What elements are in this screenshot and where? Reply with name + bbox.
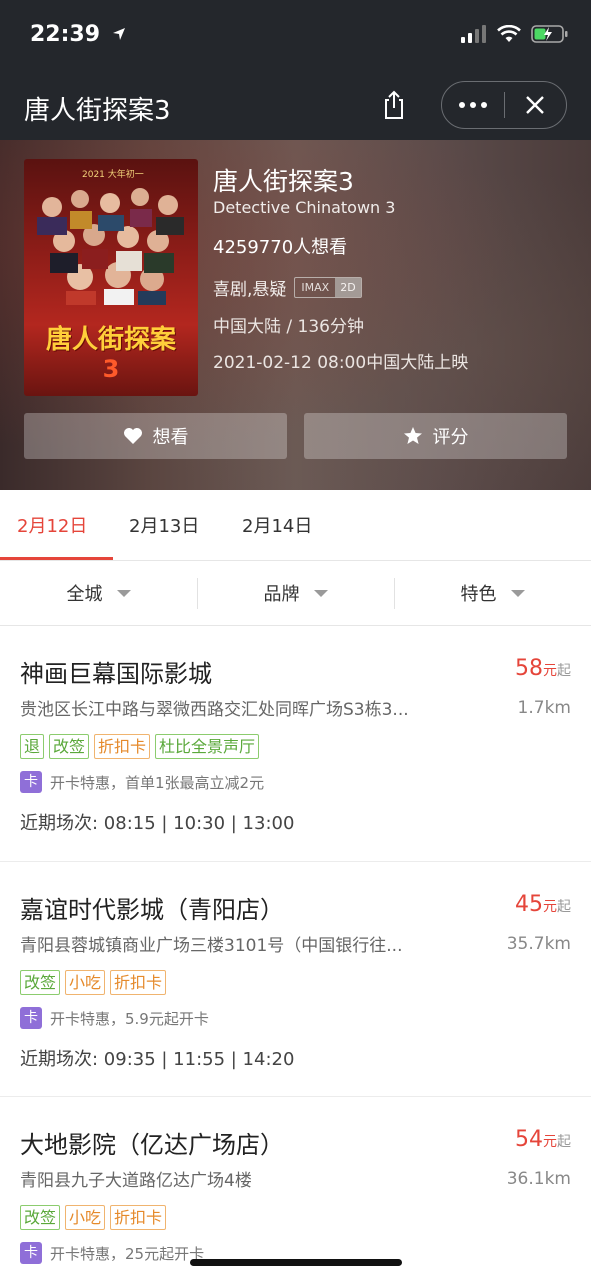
tag-discount-card: 折扣卡	[94, 734, 151, 759]
status-bar: 22:39	[0, 0, 591, 72]
tab-date-0214[interactable]: 2月14日	[242, 512, 312, 538]
page-title: 唐人街探案3	[24, 96, 171, 126]
want-count: 4259770人想看	[213, 237, 348, 258]
movie-release-date: 2021-02-12 08:00中国大陆上映	[213, 353, 469, 373]
cinema-distance: 35.7km	[506, 934, 571, 954]
tab-date-0212[interactable]: 2月12日	[17, 512, 87, 538]
tag-snacks: 小吃	[65, 1205, 106, 1230]
share-icon	[385, 90, 403, 119]
close-icon	[526, 95, 545, 114]
card-offer-text: 开卡特惠，首单1张最高立减2元	[50, 773, 265, 792]
close-button[interactable]	[505, 82, 566, 127]
active-tab-indicator	[0, 557, 113, 560]
location-arrow-icon	[112, 28, 125, 40]
cinema-item[interactable]: 神画巨幕国际影城 58元起 贵池区长江中路与翠微西路交汇处同晖广场S3栋3...…	[0, 626, 591, 861]
navigation-bar: 唐人街探案3	[0, 72, 591, 140]
tag-reschedule: 改签	[20, 1205, 61, 1230]
more-icon	[459, 101, 465, 108]
caret-down-icon	[116, 589, 131, 597]
cinema-tags: 退 改签 折扣卡 杜比全景声厅	[20, 734, 260, 759]
tag-reschedule: 改签	[20, 970, 61, 995]
card-badge-icon: 卡	[20, 1242, 42, 1264]
card-badge-icon: 卡	[20, 771, 42, 793]
recent-showtimes: 近期场次: 08:15 | 10:30 | 13:00	[20, 813, 295, 834]
movie-genre: 喜剧,悬疑	[213, 280, 287, 300]
home-indicator[interactable]	[190, 1259, 402, 1266]
heart-icon	[123, 428, 142, 444]
filter-area[interactable]: 全城	[0, 561, 197, 625]
filter-brand[interactable]: 品牌	[197, 561, 394, 625]
caret-down-icon	[313, 589, 328, 597]
card-badge-icon: 卡	[20, 1007, 42, 1029]
date-tabs: 2月12日 2月13日 2月14日	[0, 490, 591, 561]
movie-region-duration: 中国大陆 / 136分钟	[213, 317, 364, 337]
cinema-price: 58元起	[515, 656, 571, 681]
recent-showtimes: 近期场次: 09:35 | 11:55 | 14:20	[20, 1049, 295, 1070]
caret-down-icon	[510, 589, 525, 597]
card-offer: 卡 开卡特惠，5.9元起开卡	[20, 1007, 209, 1029]
tag-discount-card: 折扣卡	[110, 1205, 167, 1230]
cinema-price: 45元起	[515, 892, 571, 917]
movie-poster[interactable]: 2021 大年初一 唐人街探案 3	[24, 159, 198, 396]
movie-english-title: Detective Chinatown 3	[213, 198, 396, 217]
card-offer: 卡 开卡特惠，25元起开卡	[20, 1242, 204, 1264]
cellular-signal-icon	[461, 25, 486, 43]
rate-button[interactable]: 评分	[304, 413, 567, 459]
cinema-tags: 改签 小吃 折扣卡	[20, 970, 167, 995]
cinema-name: 神画巨幕国际影城	[20, 660, 212, 688]
poster-title: 唐人街探案	[45, 325, 176, 355]
more-button[interactable]	[442, 82, 504, 127]
filter-feature[interactable]: 特色	[394, 561, 591, 625]
cinema-price: 54元起	[515, 1127, 571, 1152]
filter-feature-label: 特色	[460, 584, 497, 605]
cinema-address: 青阳县蓉城镇商业广场三楼3101号（中国银行往...	[20, 936, 403, 956]
want-button[interactable]: 想看	[24, 413, 287, 459]
filter-brand-label: 品牌	[263, 584, 300, 605]
want-button-label: 想看	[152, 427, 189, 448]
movie-title: 唐人街探案3	[213, 167, 354, 196]
movie-header: 2021 大年初一 唐人街探案 3 唐人街探案3 Detective China…	[0, 140, 591, 490]
format-imax: IMAX	[301, 281, 330, 294]
cinema-name: 大地影院（亿达广场店）	[20, 1131, 284, 1159]
poster-cast-image	[37, 188, 184, 305]
cinema-item[interactable]: 嘉谊时代影城（青阳店） 45元起 青阳县蓉城镇商业广场三楼3101号（中国银行往…	[0, 861, 591, 1096]
status-indicators	[461, 24, 569, 44]
mini-program-capsule	[441, 81, 567, 129]
card-offer-text: 开卡特惠，25元起开卡	[50, 1244, 205, 1263]
card-offer: 卡 开卡特惠，首单1张最高立减2元	[20, 771, 264, 793]
filter-area-label: 全城	[66, 584, 103, 605]
cinema-distance: 1.7km	[517, 698, 571, 718]
tag-refund: 退	[20, 734, 45, 759]
cinema-name: 嘉谊时代影城（青阳店）	[20, 896, 284, 924]
filter-bar: 全城 品牌 特色	[0, 561, 591, 626]
cinema-tags: 改签 小吃 折扣卡	[20, 1205, 167, 1230]
wifi-icon	[497, 25, 521, 42]
cinema-item[interactable]: 大地影院（亿达广场店） 54元起 青阳县九子大道路亿达广场4楼 36.1km 改…	[0, 1096, 591, 1280]
poster-tag: 2021 大年初一	[82, 170, 144, 180]
tag-reschedule: 改签	[49, 734, 90, 759]
movie-genre-row: 喜剧,悬疑 IMAX 2D	[213, 275, 362, 300]
share-button[interactable]	[377, 88, 411, 122]
card-offer-text: 开卡特惠，5.9元起开卡	[50, 1009, 209, 1028]
battery-charging-icon	[531, 25, 568, 43]
format-badge: IMAX 2D	[294, 277, 362, 298]
format-2d: 2D	[335, 278, 361, 297]
status-time: 22:39	[30, 22, 126, 47]
cinema-address: 青阳县九子大道路亿达广场4楼	[20, 1171, 252, 1191]
rate-button-label: 评分	[432, 427, 469, 448]
star-icon	[403, 427, 422, 444]
cinema-address: 贵池区长江中路与翠微西路交汇处同晖广场S3栋3...	[20, 700, 409, 720]
poster-number: 3	[102, 355, 120, 383]
tag-discount-card: 折扣卡	[110, 970, 167, 995]
tab-date-0213[interactable]: 2月13日	[129, 512, 199, 538]
cinema-distance: 36.1km	[506, 1169, 571, 1189]
page: 22:39 唐人街探案3 2021 大年初一 唐人街探案 3 唐人街探案3 De…	[0, 0, 591, 1280]
tag-snacks: 小吃	[65, 970, 106, 995]
tag-dolby-atmos: 杜比全景声厅	[155, 734, 260, 759]
